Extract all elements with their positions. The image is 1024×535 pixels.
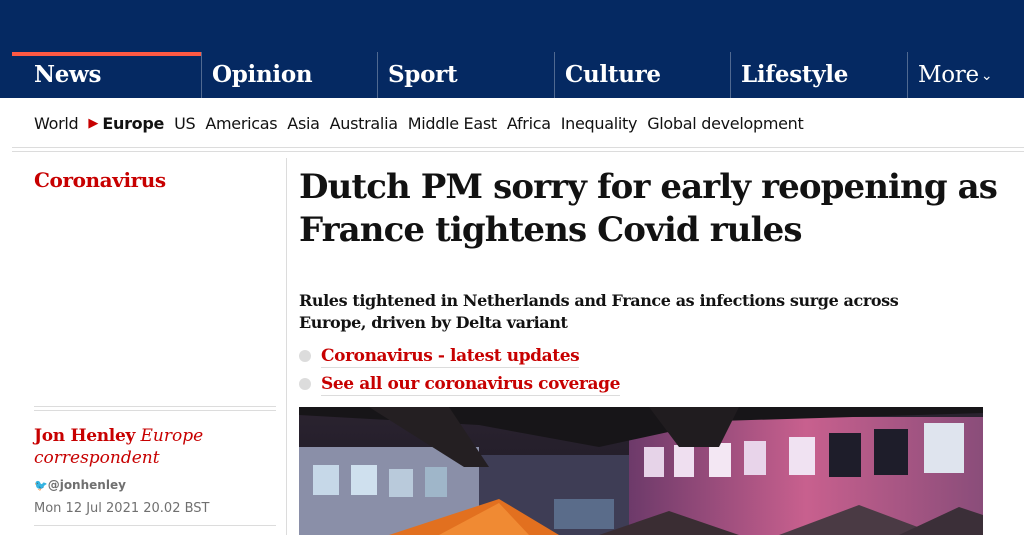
related-link-row: See all our coronavirus coverage xyxy=(299,370,620,398)
bullet-icon xyxy=(299,350,311,362)
pillar-more-label: More xyxy=(918,62,979,88)
pillar-culture-label: Culture xyxy=(565,61,661,88)
pillar-news-label: News xyxy=(34,61,102,88)
pillar-lifestyle-label: Lifestyle xyxy=(741,61,849,88)
main-photo xyxy=(299,407,983,535)
subnav-item-europe[interactable]: Europe xyxy=(102,114,164,133)
date-divider xyxy=(34,525,276,526)
headline: Dutch PM sorry for early reopening as Fr… xyxy=(299,167,998,250)
pillar-opinion-label: Opinion xyxy=(212,61,313,88)
chevron-down-icon: ⌄ xyxy=(980,68,993,84)
subnav-item-asia[interactable]: Asia xyxy=(287,114,320,133)
pillar-more-wrap: More ⌄ xyxy=(918,52,1024,99)
twitter-icon: 🐦 xyxy=(34,479,48,492)
subnav-item-africa[interactable]: Africa xyxy=(507,114,551,133)
twitter-handle-text: @jonhenley xyxy=(47,478,126,492)
related-links: Coronavirus - latest updates See all our… xyxy=(299,342,620,398)
subnav-item-middle-east[interactable]: Middle East xyxy=(408,114,497,133)
pillar-more[interactable]: More ⌄ xyxy=(907,52,1024,98)
related-link-row: Coronavirus - latest updates xyxy=(299,342,620,370)
sub-nav: World ▶ Europe US Americas Asia Australi… xyxy=(12,98,1024,148)
section-label[interactable]: Coronavirus xyxy=(34,168,166,192)
author-link[interactable]: Jon Henley xyxy=(34,426,135,446)
left-column: Coronavirus Jon Henley Europe correspond… xyxy=(12,158,287,535)
photo-illustration xyxy=(299,407,983,535)
coverage-link[interactable]: See all our coronavirus coverage xyxy=(321,373,620,396)
pillar-news[interactable]: News xyxy=(12,52,201,98)
pillar-nav: News Opinion Sport Culture Lifestyle Mor… xyxy=(12,52,1024,98)
byline-divider xyxy=(34,406,276,411)
arrow-right-icon: ▶ xyxy=(88,115,99,131)
subnav-item-global-development[interactable]: Global development xyxy=(647,114,804,133)
byline: Jon Henley Europe correspondent xyxy=(34,425,274,469)
subnav-item-inequality[interactable]: Inequality xyxy=(561,114,638,133)
pillar-culture[interactable]: Culture xyxy=(554,52,730,98)
subnav-item-australia[interactable]: Australia xyxy=(330,114,398,133)
subnav-item-americas[interactable]: Americas xyxy=(205,114,277,133)
pillar-opinion[interactable]: Opinion xyxy=(201,52,377,98)
pillar-sport-label: Sport xyxy=(388,61,458,88)
publish-date: Mon 12 Jul 2021 20.02 BST xyxy=(34,501,210,516)
standfirst: Rules tightened in Netherlands and Franc… xyxy=(299,291,899,332)
subnav-item-us[interactable]: US xyxy=(174,114,196,133)
subnav-item-world[interactable]: World xyxy=(34,114,79,133)
pillar-lifestyle[interactable]: Lifestyle xyxy=(730,52,907,98)
pillar-sport[interactable]: Sport xyxy=(377,52,554,98)
masthead: News Opinion Sport Culture Lifestyle Mor… xyxy=(0,0,1024,98)
bullet-icon xyxy=(299,378,311,390)
latest-updates-link[interactable]: Coronavirus - latest updates xyxy=(321,345,580,368)
twitter-handle[interactable]: 🐦@jonhenley xyxy=(34,478,126,492)
nav-divider xyxy=(12,147,1024,152)
